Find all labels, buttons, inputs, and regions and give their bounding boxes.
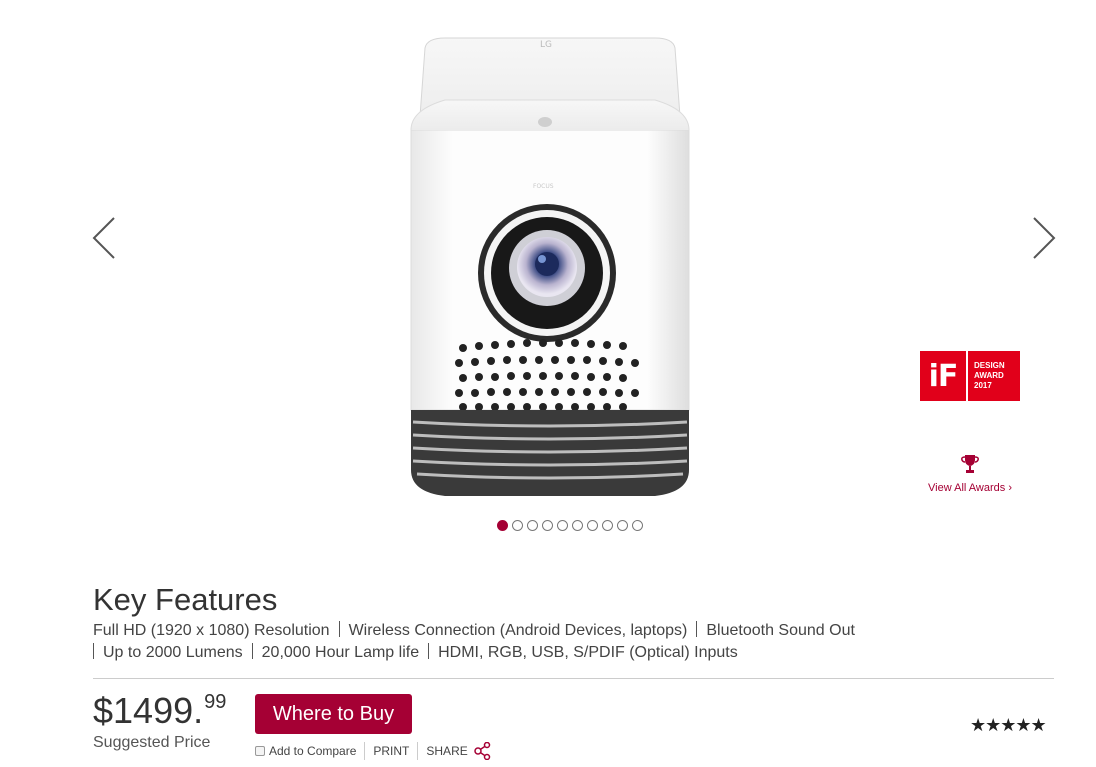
key-features-list: Full HD (1920 x 1080) Resolution Wireless… — [93, 620, 923, 664]
carousel-dot[interactable] — [617, 520, 628, 531]
carousel-dot[interactable] — [542, 520, 553, 531]
carousel-dot[interactable] — [497, 520, 508, 531]
if-logo: iF — [920, 351, 968, 401]
action-separator — [364, 742, 366, 760]
chevron-right-icon[interactable] — [1028, 215, 1058, 261]
product-image: LG FOCUS — [405, 30, 695, 510]
feature-item: Bluetooth Sound Out — [706, 622, 855, 639]
award-text: DESIGN AWARD 2017 — [968, 351, 1020, 401]
feature-item: Wireless Connection (Android Devices, la… — [348, 622, 688, 639]
star-rating[interactable]: ★★★★★ — [970, 715, 1047, 736]
price-dollars: $1499. — [93, 690, 204, 731]
product-gallery: LG FOCUS iF DESIGN AWARD 2017 View All A… — [0, 0, 1096, 545]
share-label[interactable]: SHARE — [426, 744, 467, 758]
price: $1499.99 — [93, 690, 226, 732]
feature-item: HDMI, RGB, USB, S/PDIF (Optical) Inputs — [438, 644, 738, 661]
share-icon[interactable] — [473, 742, 492, 760]
feature-item: Up to 2000 Lumens — [103, 644, 243, 661]
feature-separator — [338, 621, 340, 637]
add-to-compare[interactable]: Add to Compare — [255, 744, 356, 758]
brand-mark: LG — [540, 40, 552, 50]
feature-separator — [428, 643, 430, 659]
suggested-price-label: Suggested Price — [93, 734, 211, 751]
price-cents: 99 — [204, 691, 227, 713]
feature-item: 20,000 Hour Lamp life — [261, 644, 420, 661]
product-actions: Add to Compare PRINT SHARE — [255, 741, 492, 761]
if-design-award-badge: iF DESIGN AWARD 2017 — [920, 351, 1020, 401]
focus-label: FOCUS — [533, 183, 554, 190]
carousel-dot[interactable] — [587, 520, 598, 531]
key-features-title: Key Features — [93, 582, 278, 617]
award-line-2: AWARD — [974, 371, 1004, 380]
carousel-dots — [497, 520, 643, 531]
share-link[interactable]: SHARE — [426, 742, 491, 760]
carousel-dot[interactable] — [557, 520, 568, 531]
award-line-1: DESIGN — [974, 361, 1005, 370]
view-all-awards-label[interactable]: View All Awards › — [928, 482, 1012, 494]
view-all-awards-link[interactable]: View All Awards › — [920, 454, 1020, 496]
add-to-compare-label[interactable]: Add to Compare — [269, 744, 356, 758]
feature-item: Full HD (1920 x 1080) Resolution — [93, 622, 330, 639]
section-divider — [93, 678, 1054, 679]
feature-separator — [93, 643, 94, 659]
carousel-dot[interactable] — [512, 520, 523, 531]
carousel-dot[interactable] — [572, 520, 583, 531]
award-line-3: 2017 — [974, 381, 992, 390]
action-separator — [417, 742, 419, 760]
trophy-icon — [961, 455, 979, 473]
feature-separator — [696, 621, 698, 637]
compare-checkbox[interactable] — [255, 746, 265, 756]
print-link[interactable]: PRINT — [373, 744, 409, 758]
feature-separator — [251, 643, 253, 659]
where-to-buy-button[interactable]: Where to Buy — [255, 694, 412, 734]
carousel-dot[interactable] — [527, 520, 538, 531]
chevron-left-icon[interactable] — [90, 215, 120, 261]
carousel-dot[interactable] — [602, 520, 613, 531]
carousel-dot[interactable] — [632, 520, 643, 531]
